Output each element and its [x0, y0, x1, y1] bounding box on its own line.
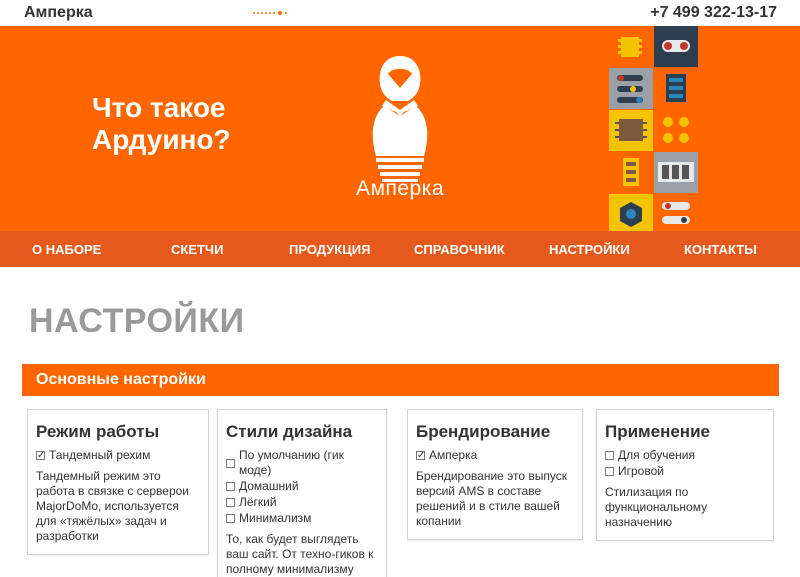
dots-indicator — [253, 11, 289, 15]
nut-tile-icon — [609, 194, 653, 231]
capacitor-tile-icon — [654, 68, 698, 109]
page-title: НАСТРОЙКИ — [29, 302, 245, 340]
top-bar: Амперка +7 499 322-13-17 — [0, 0, 800, 26]
main-nav: О НАБОРЕ СКЕТЧИ ПРОДУКЦИЯ СПРАВОЧНИК НАС… — [0, 231, 800, 267]
option-label: Амперка — [429, 448, 478, 462]
slider-tile-icon — [609, 68, 653, 109]
microchip-tile-icon — [609, 110, 653, 151]
checkbox-home[interactable]: Домашний — [226, 479, 378, 494]
checkbox-education[interactable]: Для обучения — [605, 448, 765, 463]
component-tiles — [609, 26, 699, 231]
section-header: Основные настройки — [22, 364, 779, 396]
card-description: Тандемный режим это работа в связке с се… — [36, 469, 189, 543]
option-label: Домашний — [239, 479, 299, 493]
checkbox-amperka[interactable]: Амперка — [416, 448, 574, 463]
card-title: Режим работы — [36, 422, 160, 441]
nav-item-sketches[interactable]: СКЕТЧИ — [171, 242, 223, 257]
logo-text: Амперка — [356, 177, 445, 200]
checkbox-tandem[interactable]: Тандемный рехим — [36, 448, 200, 463]
regulator-tile-icon — [609, 152, 653, 193]
checkbox-icon[interactable] — [226, 498, 235, 507]
option-label: Минимализм — [239, 511, 312, 525]
nav-item-settings[interactable]: НАСТРОЙКИ — [549, 242, 630, 257]
checkbox-light[interactable]: Лёгкий — [226, 495, 378, 510]
card-usage: Применение Для обучения Игровой Стилизац… — [596, 409, 774, 541]
option-label: Игровой — [618, 464, 664, 478]
phone-number: +7 499 322-13-17 — [650, 4, 777, 21]
card-branding: Брендирование Амперка Брендирование это … — [407, 409, 583, 540]
card-design-styles: Стили дизайна По умолчанию (гик моде) До… — [217, 409, 387, 577]
resistor-tile-icon — [654, 26, 698, 67]
checkbox-game[interactable]: Игровой — [605, 464, 765, 479]
card-description: Стилизация по функциональному назначению — [605, 485, 708, 529]
brand-name[interactable]: Амперка — [24, 4, 93, 22]
checkbox-minimalism[interactable]: Минимализм — [226, 511, 378, 526]
card-description: То, как будет выглядеть ваш сайт. От тех… — [226, 532, 374, 576]
checkbox-icon[interactable] — [226, 514, 235, 523]
hero-title[interactable]: Что такое Ардуино? — [92, 92, 292, 156]
checkbox-checked-icon[interactable] — [416, 448, 425, 463]
option-label: По умолчанию (гик моде) — [239, 448, 344, 477]
matryoshka-logo-icon — [372, 56, 428, 182]
card-mode: Режим работы Тандемный рехим Тандемный р… — [27, 409, 209, 555]
card-title: Стили дизайна — [226, 422, 353, 441]
option-label: Тандемный рехим — [49, 448, 151, 462]
led-tile-icon — [654, 194, 698, 231]
checkbox-icon[interactable] — [226, 458, 235, 468]
checkbox-icon[interactable] — [605, 467, 614, 476]
checkbox-default[interactable]: По умолчанию (гик моде) — [226, 448, 378, 478]
nav-item-contacts[interactable]: КОНТАКТЫ — [684, 242, 757, 257]
hero-banner: Что такое Ардуино? Амперка — [0, 26, 800, 231]
card-description: Брендирование это выпуск версий AMS в со… — [416, 469, 567, 528]
chip-tile-icon — [609, 26, 653, 67]
option-label: Лёгкий — [239, 495, 277, 509]
card-title: Брендирование — [416, 422, 551, 441]
buttons-tile-icon — [654, 110, 698, 151]
checkbox-icon[interactable] — [226, 482, 235, 491]
nav-item-about[interactable]: О НАБОРЕ — [32, 242, 101, 257]
option-label: Для обучения — [618, 448, 695, 462]
card-title: Применение — [605, 422, 710, 441]
checkbox-icon[interactable] — [605, 451, 614, 460]
nav-item-reference[interactable]: СПРАВОЧНИК — [414, 242, 505, 257]
nav-item-products[interactable]: ПРОДУКЦИЯ — [289, 242, 370, 257]
section-title: Основные настройки — [36, 371, 206, 388]
checkbox-checked-icon[interactable] — [36, 448, 45, 463]
switch-tile-icon — [654, 152, 698, 193]
